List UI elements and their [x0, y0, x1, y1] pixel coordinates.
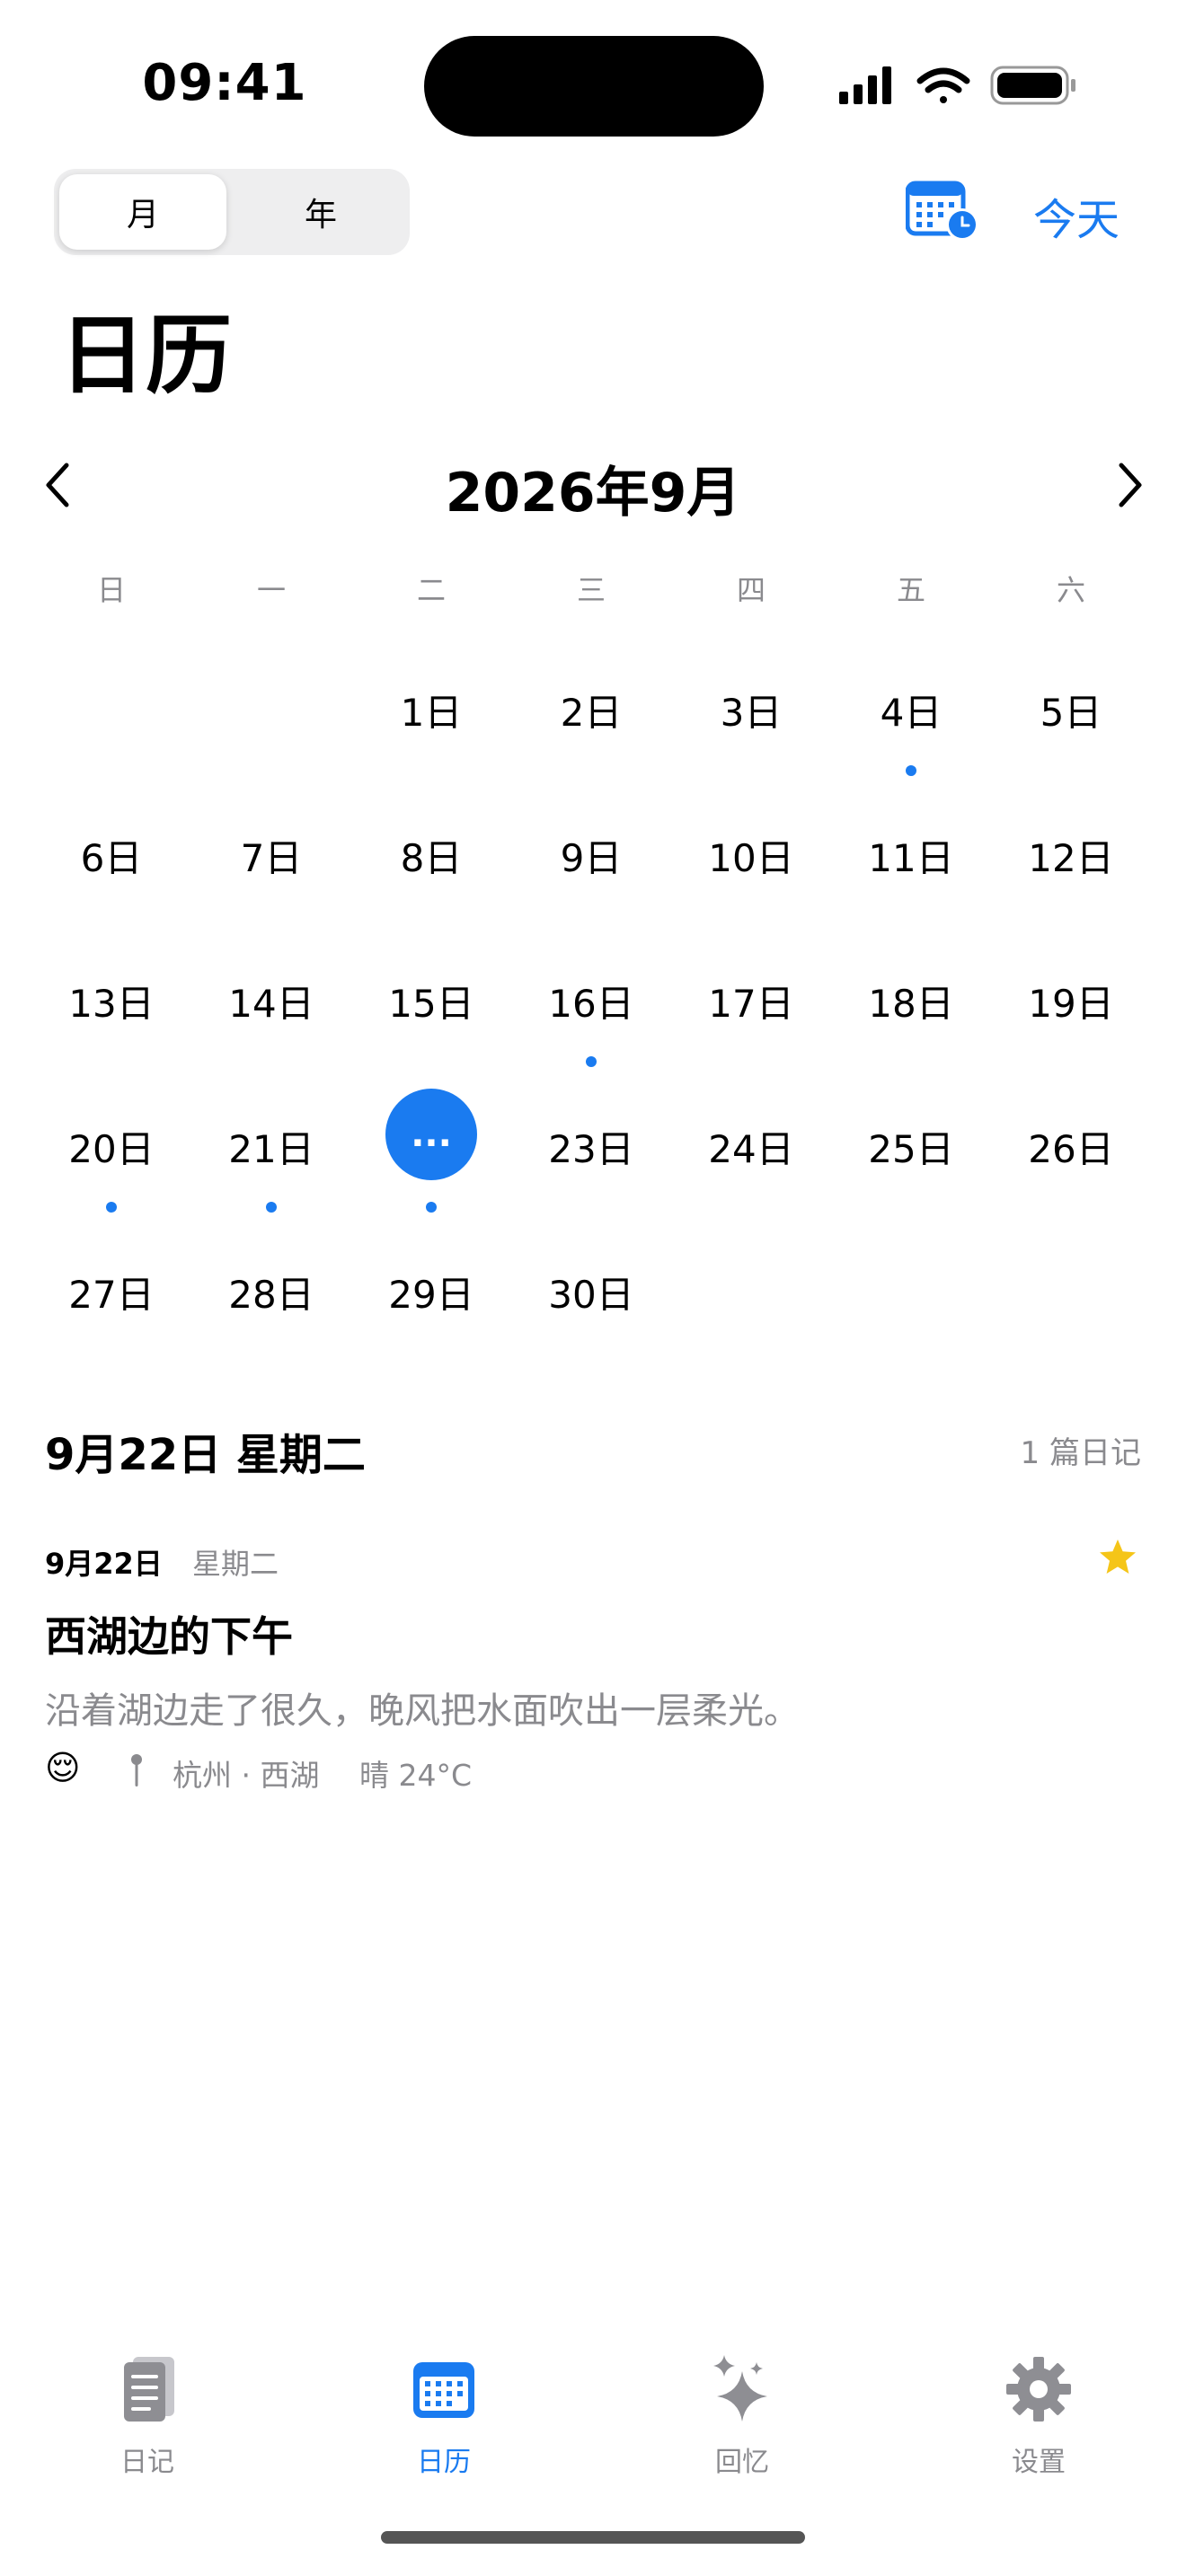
calendar-day[interactable]: 7日 — [199, 828, 343, 883]
calendar-day[interactable]: 25日 — [839, 1119, 983, 1174]
calendar-day[interactable]: 18日 — [839, 974, 983, 1028]
entry-indicator-dot — [586, 1056, 597, 1067]
calendar-day[interactable]: 23日 — [519, 1119, 663, 1174]
previous-month-chevron-icon[interactable] — [36, 458, 81, 512]
tab-label: 回忆 — [715, 2447, 769, 2478]
entry-weather: 晴 24°C — [359, 1758, 473, 1793]
tab-settings[interactable]: 设置 — [949, 2353, 1128, 2488]
segment-month[interactable]: 月 — [59, 174, 226, 250]
tab-memories[interactable]: 回忆 — [652, 2353, 832, 2488]
entry-title: 西湖边的下午 — [45, 1612, 293, 1661]
entry-date: 9月22日 — [45, 1547, 163, 1581]
tab-label: 设置 — [1012, 2447, 1066, 2478]
cellular-signal-icon — [839, 66, 891, 104]
tab-calendar[interactable]: 日历 — [354, 2353, 534, 2488]
calendar-day[interactable]: 6日 — [40, 828, 183, 883]
calendar-day[interactable]: 9日 — [519, 828, 663, 883]
calendar-day[interactable]: 28日 — [199, 1265, 343, 1319]
calendar-day[interactable]: 13日 — [40, 974, 183, 1028]
calendar-day[interactable]: 1日 — [359, 683, 503, 737]
weekday-label: 二 — [416, 573, 446, 607]
entry-indicator-dot — [106, 1202, 117, 1213]
entry-indicator-dot — [906, 765, 916, 776]
next-month-chevron-icon[interactable] — [1107, 458, 1152, 512]
weekday-label: 日 — [96, 573, 126, 607]
calendar-day[interactable]: 3日 — [679, 683, 823, 737]
calendar-day[interactable]: 24日 — [679, 1119, 823, 1174]
calendar-icon — [413, 2362, 474, 2418]
page-title: 日历 — [59, 305, 232, 406]
calendar-day[interactable]: 5日 — [999, 683, 1143, 737]
weekday-label: 五 — [896, 573, 925, 607]
battery-icon — [990, 66, 1075, 105]
dynamic-island — [424, 36, 764, 137]
weekday-label: 六 — [1056, 573, 1085, 607]
weekday-label: 三 — [576, 573, 606, 607]
entry-indicator-dot — [266, 1202, 277, 1213]
calendar-day[interactable]: 14日 — [199, 974, 343, 1028]
today-button[interactable]: 今天 — [1033, 184, 1120, 247]
mood-emoji: 😌 — [45, 1748, 81, 1787]
tab-journal[interactable]: 日记 — [58, 2353, 237, 2488]
month-title: 2026年9月 — [445, 462, 741, 525]
sparkles-icon — [713, 2355, 767, 2422]
entry-indicator-dot — [426, 1202, 437, 1213]
calendar-clock-icon[interactable] — [906, 178, 981, 243]
calendar-day[interactable]: 4日 — [839, 683, 983, 737]
weekday-label: 一 — [256, 573, 286, 607]
status-time: 09:41 — [142, 54, 307, 112]
entry-location: 杭州 · 西湖 — [173, 1758, 320, 1793]
entry-preview-text: 沿着湖边走了很久，晚风把水面吹出一层柔光。 — [45, 1690, 800, 1732]
calendar-day[interactable]: 21日 — [199, 1119, 343, 1174]
selected-day[interactable]: ... — [385, 1089, 477, 1180]
calendar-day[interactable]: 11日 — [839, 828, 983, 883]
home-indicator — [381, 2531, 805, 2544]
calendar-day[interactable]: 29日 — [359, 1265, 503, 1319]
calendar-day[interactable]: 2日 — [519, 683, 663, 737]
calendar-day[interactable]: 8日 — [359, 828, 503, 883]
calendar-day[interactable]: 26日 — [999, 1119, 1143, 1174]
star-icon[interactable] — [1098, 1538, 1137, 1577]
calendar-day[interactable]: 20日 — [40, 1119, 183, 1174]
view-mode-segmented-control: 月 年 — [54, 169, 410, 255]
status-icons — [839, 66, 1075, 105]
calendar-day[interactable]: 30日 — [519, 1265, 663, 1319]
weekday-label: 四 — [736, 573, 766, 607]
segment-year[interactable]: 年 — [237, 174, 404, 250]
calendar-day[interactable]: 10日 — [679, 828, 823, 883]
selected-day-heading: 9月22日 星期二 — [45, 1430, 366, 1480]
gear-icon — [1006, 2357, 1071, 2422]
entry-weekday: 星期二 — [192, 1547, 279, 1581]
journal-icon — [124, 2357, 174, 2422]
calendar-day[interactable]: 12日 — [999, 828, 1143, 883]
calendar-day[interactable]: 19日 — [999, 974, 1143, 1028]
tab-label: 日记 — [120, 2447, 174, 2478]
calendar-day[interactable]: 17日 — [679, 974, 823, 1028]
entry-count: 1 篇日记 — [1020, 1435, 1141, 1471]
calendar-day[interactable]: 15日 — [359, 974, 503, 1028]
calendar-day[interactable]: 16日 — [519, 974, 663, 1028]
tab-label: 日历 — [417, 2447, 471, 2478]
wifi-icon — [916, 67, 970, 103]
location-pin-icon — [131, 1754, 142, 1786]
calendar-day[interactable]: 27日 — [40, 1265, 183, 1319]
